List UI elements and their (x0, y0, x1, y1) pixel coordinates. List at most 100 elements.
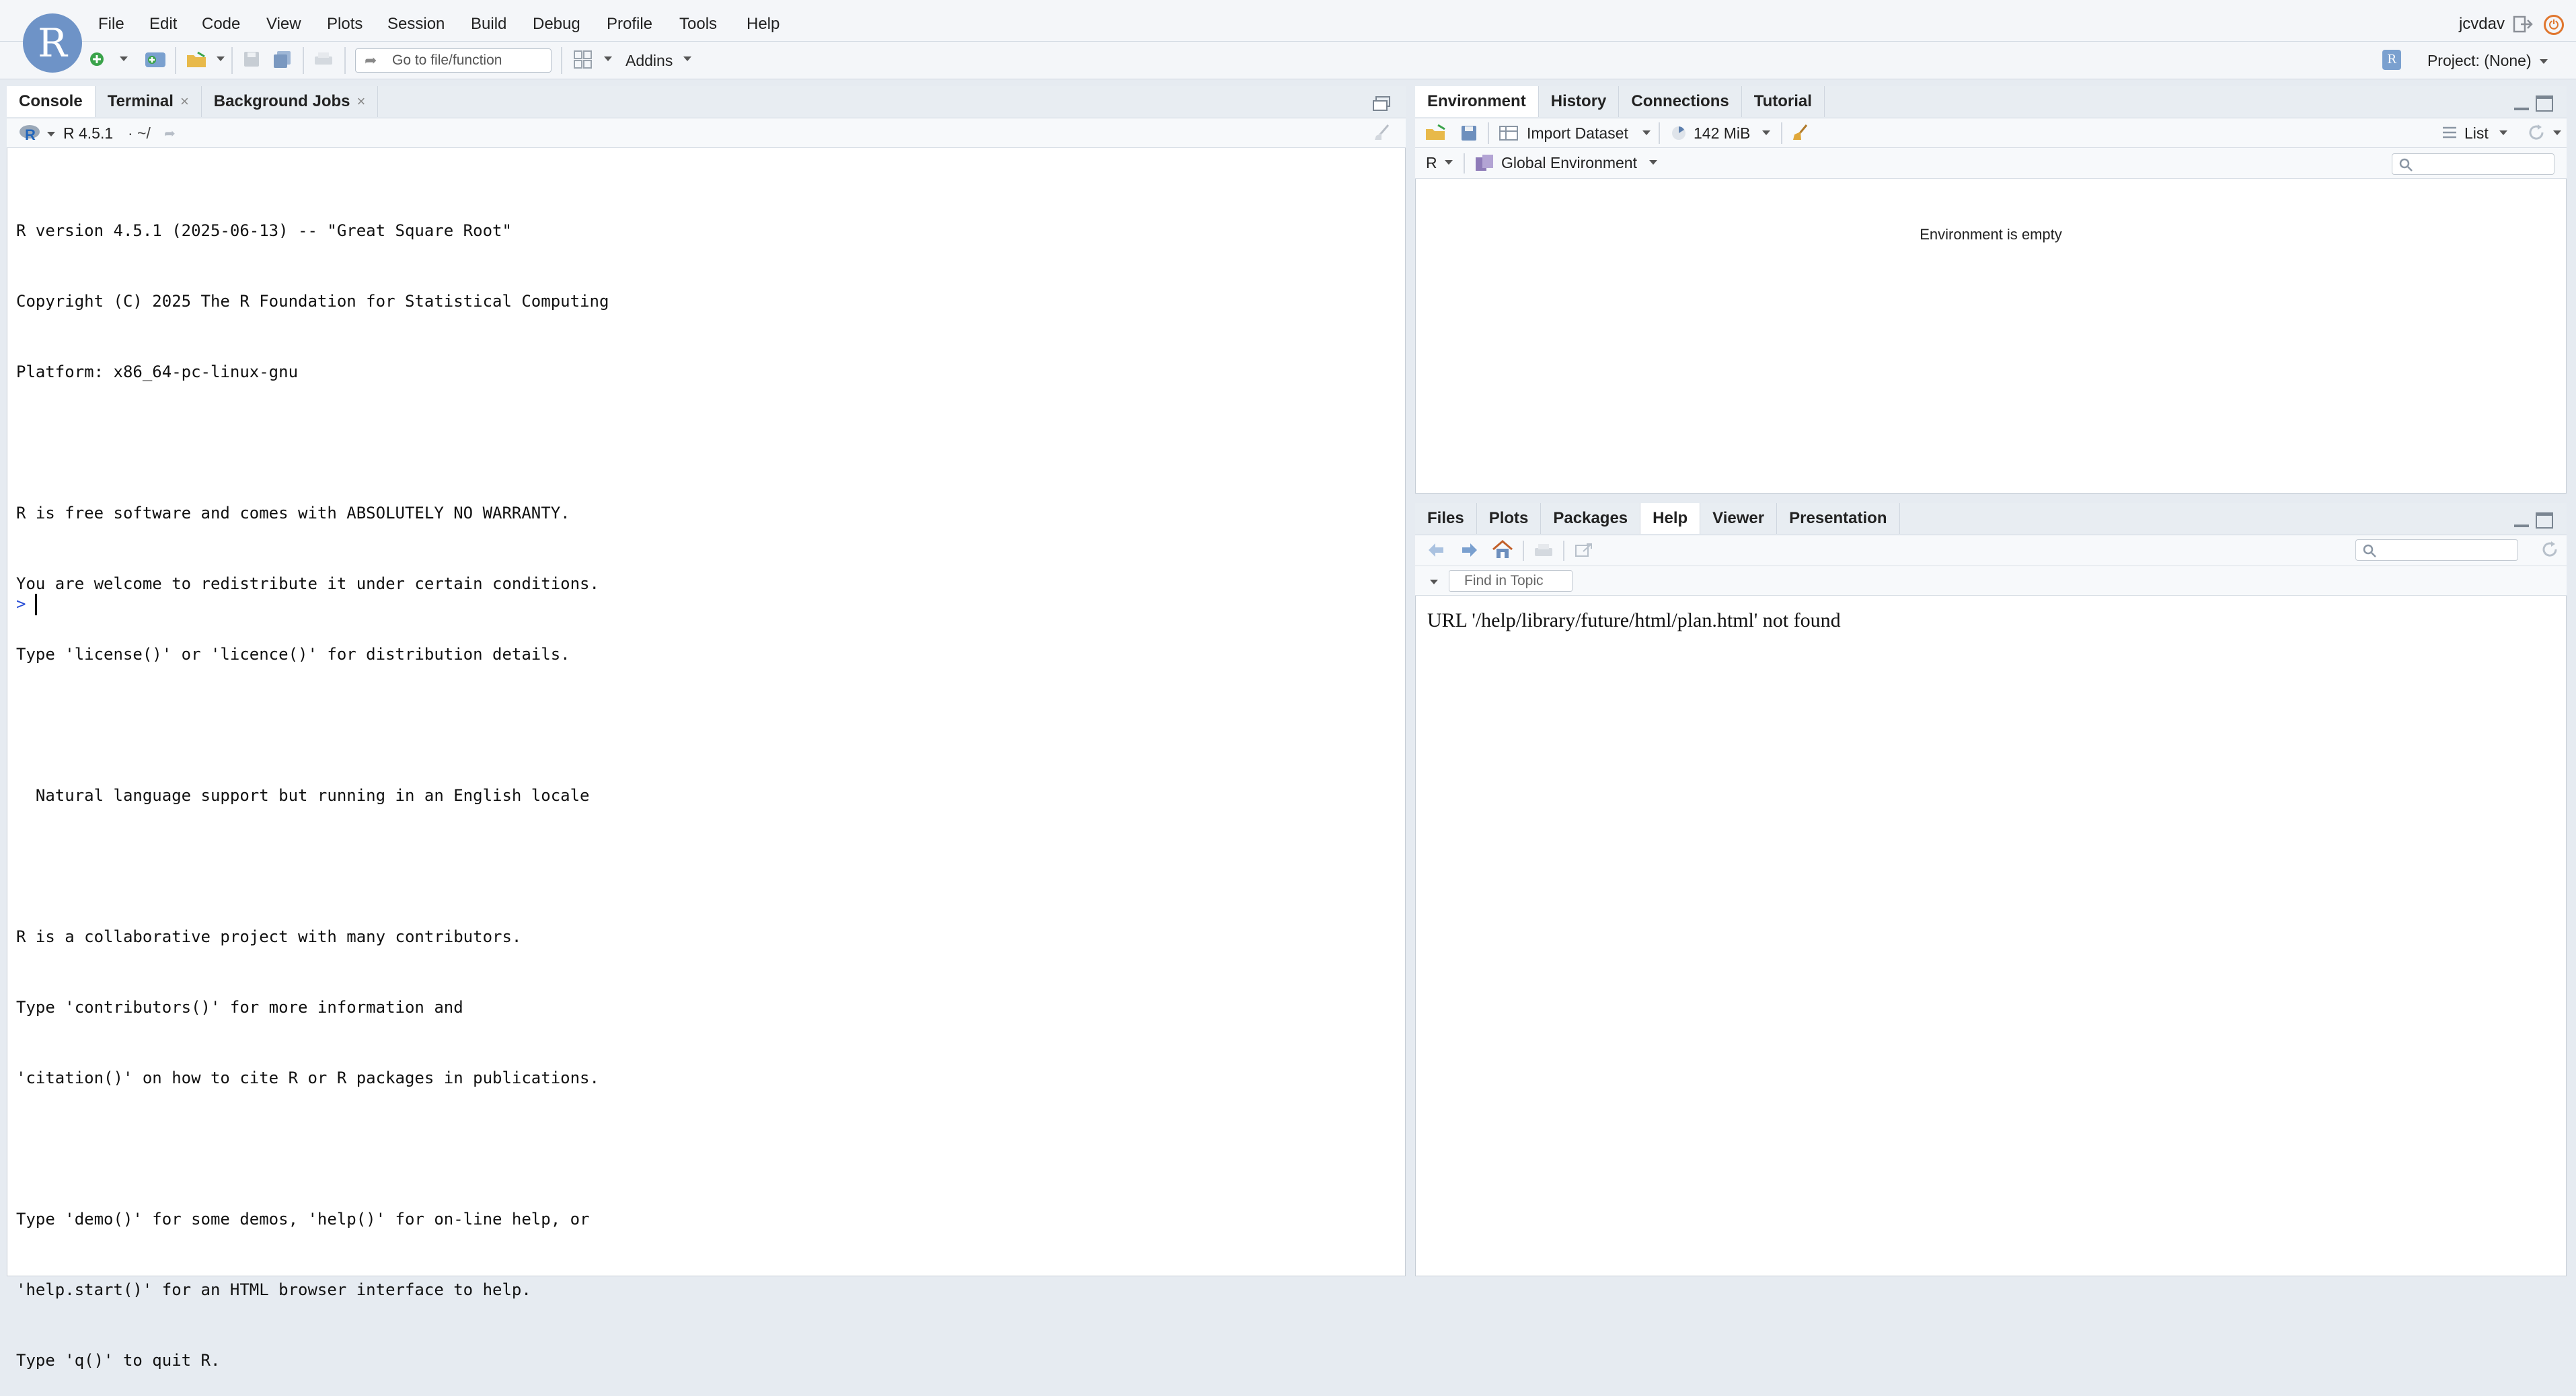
tab-background-jobs-label: Background Jobs (213, 92, 350, 110)
workspace-panes-icon[interactable] (573, 50, 593, 70)
menu-plots[interactable]: Plots (327, 11, 363, 38)
maximize-pane-icon[interactable] (2536, 95, 2553, 112)
import-dataset-caret-icon[interactable] (1642, 130, 1651, 135)
new-file-icon[interactable] (87, 50, 108, 70)
tab-viewer[interactable]: Viewer (1700, 503, 1778, 534)
search-icon (2362, 543, 2377, 558)
menu-session[interactable]: Session (387, 11, 445, 38)
menu-tools[interactable]: Tools (679, 11, 717, 38)
close-icon[interactable]: × (357, 93, 366, 110)
addins-caret-icon[interactable] (683, 56, 691, 61)
menu-help[interactable]: Help (747, 11, 780, 38)
refresh-icon[interactable] (2526, 122, 2546, 143)
help-content-text: URL '/help/library/future/html/plan.html… (1427, 609, 1841, 631)
language-selector[interactable]: R (1426, 151, 1437, 175)
memory-usage-label[interactable]: 142 MiB (1694, 121, 1750, 145)
menu-debug[interactable]: Debug (533, 11, 580, 38)
open-file-caret-icon[interactable] (217, 56, 225, 61)
print-icon[interactable] (1533, 542, 1554, 559)
menu-view[interactable]: View (266, 11, 301, 38)
clear-console-icon[interactable] (1372, 122, 1392, 143)
tab-plots-label: Plots (1488, 509, 1529, 527)
tab-presentation[interactable]: Presentation (1777, 503, 1900, 534)
console-subbar (7, 118, 1406, 148)
back-arrow-icon[interactable] (1426, 541, 1446, 559)
tab-files[interactable]: Files (1415, 503, 1477, 534)
new-file-caret-icon[interactable] (120, 56, 128, 61)
quit-session-icon[interactable]: ⏻ (2544, 15, 2564, 35)
tab-terminal-label: Terminal (107, 92, 174, 110)
open-file-icon[interactable] (186, 50, 206, 70)
r-logo-icon: R (23, 13, 82, 73)
close-icon[interactable]: × (180, 93, 189, 110)
refresh-caret-icon[interactable] (2553, 130, 2561, 135)
tab-tutorial[interactable]: Tutorial (1742, 86, 1825, 117)
tab-connections[interactable]: Connections (1619, 86, 1742, 117)
environment-scope-caret-icon[interactable] (1649, 160, 1657, 165)
forward-arrow-icon[interactable] (1460, 541, 1480, 559)
addins-menu[interactable]: Addins (626, 48, 673, 73)
minimize-pane-icon[interactable] (2513, 515, 2530, 529)
home-icon[interactable] (1492, 539, 1513, 559)
clear-workspace-broom-icon[interactable] (1790, 122, 1811, 143)
view-mode-caret-icon[interactable] (2499, 130, 2507, 135)
toolbar-separator (1464, 153, 1465, 173)
find-in-topic-input[interactable]: Find in Topic (1449, 570, 1573, 592)
project-label: Project: (None) (2427, 52, 2532, 69)
go-to-directory-icon[interactable]: ➦ (164, 125, 182, 141)
console-line: Type 'q()' to quit R. (16, 1351, 221, 1370)
menu-build[interactable]: Build (471, 11, 506, 38)
save-workspace-icon[interactable] (1460, 124, 1478, 143)
tab-help[interactable]: Help (1640, 503, 1701, 534)
memory-usage-icon (1671, 125, 1687, 141)
menu-file[interactable]: File (98, 11, 124, 38)
import-dataset-label: Import Dataset (1527, 124, 1628, 142)
new-project-icon[interactable] (144, 50, 165, 70)
menu-profile[interactable]: Profile (607, 11, 652, 38)
minimize-pane-icon[interactable] (2513, 98, 2530, 112)
save-icon (242, 50, 262, 70)
tab-viewer-label: Viewer (1712, 509, 1765, 527)
view-mode-dropdown[interactable]: List (2464, 121, 2489, 145)
help-search-input[interactable] (2355, 539, 2518, 561)
load-workspace-icon[interactable] (1425, 122, 1447, 143)
tab-console[interactable]: Console (7, 86, 96, 117)
tab-environment[interactable]: Environment (1415, 86, 1539, 117)
console-line: Type 'demo()' for some demos, 'help()' f… (16, 1210, 590, 1229)
menu-edit[interactable]: Edit (149, 11, 177, 38)
r-version-label[interactable]: R 4.5.1 (63, 121, 113, 145)
tab-packages[interactable]: Packages (1541, 503, 1641, 534)
go-to-file-function-input[interactable]: Go to file/function (355, 48, 552, 73)
memory-caret-icon[interactable] (1762, 130, 1770, 135)
environment-scope-label: Global Environment (1501, 154, 1637, 171)
open-in-new-window-icon[interactable] (1574, 542, 1594, 559)
go-to-arrow-icon: ➦ (365, 52, 377, 69)
tab-background-jobs[interactable]: Background Jobs × (202, 86, 379, 117)
tab-tutorial-label: Tutorial (1753, 92, 1812, 110)
toolbar-separator (344, 47, 346, 74)
r-version-caret-icon[interactable] (47, 132, 55, 137)
console-line: Natural language support but running in … (16, 786, 590, 805)
maximize-pane-icon[interactable] (2536, 512, 2553, 529)
tab-history[interactable]: History (1539, 86, 1620, 117)
toolbar-separator (1781, 122, 1782, 144)
environment-scope-dropdown[interactable]: Global Environment (1501, 151, 1637, 175)
tab-terminal[interactable]: Terminal × (96, 86, 202, 117)
project-menu[interactable]: Project: (None) (2427, 48, 2548, 73)
tab-plots[interactable]: Plots (1477, 503, 1542, 534)
help-find-bar (1415, 566, 2567, 596)
sign-out-icon[interactable] (2513, 15, 2533, 34)
menu-code[interactable]: Code (202, 11, 240, 38)
import-dataset-button[interactable]: Import Dataset (1527, 121, 1628, 145)
language-caret-icon[interactable] (1445, 160, 1453, 165)
tab-presentation-label: Presentation (1789, 509, 1887, 527)
workspace-panes-caret-icon[interactable] (604, 56, 612, 61)
environment-search-input[interactable] (2392, 153, 2554, 175)
console-output[interactable]: R version 4.5.1 (2025-06-13) -- "Great S… (16, 172, 1388, 1370)
working-directory-path[interactable]: · ~/ (128, 121, 151, 145)
maximize-pane-icon[interactable] (1372, 95, 1391, 112)
console-input-cursor[interactable] (35, 594, 37, 615)
refresh-icon[interactable] (2540, 539, 2560, 559)
find-options-caret-icon[interactable] (1430, 580, 1438, 584)
